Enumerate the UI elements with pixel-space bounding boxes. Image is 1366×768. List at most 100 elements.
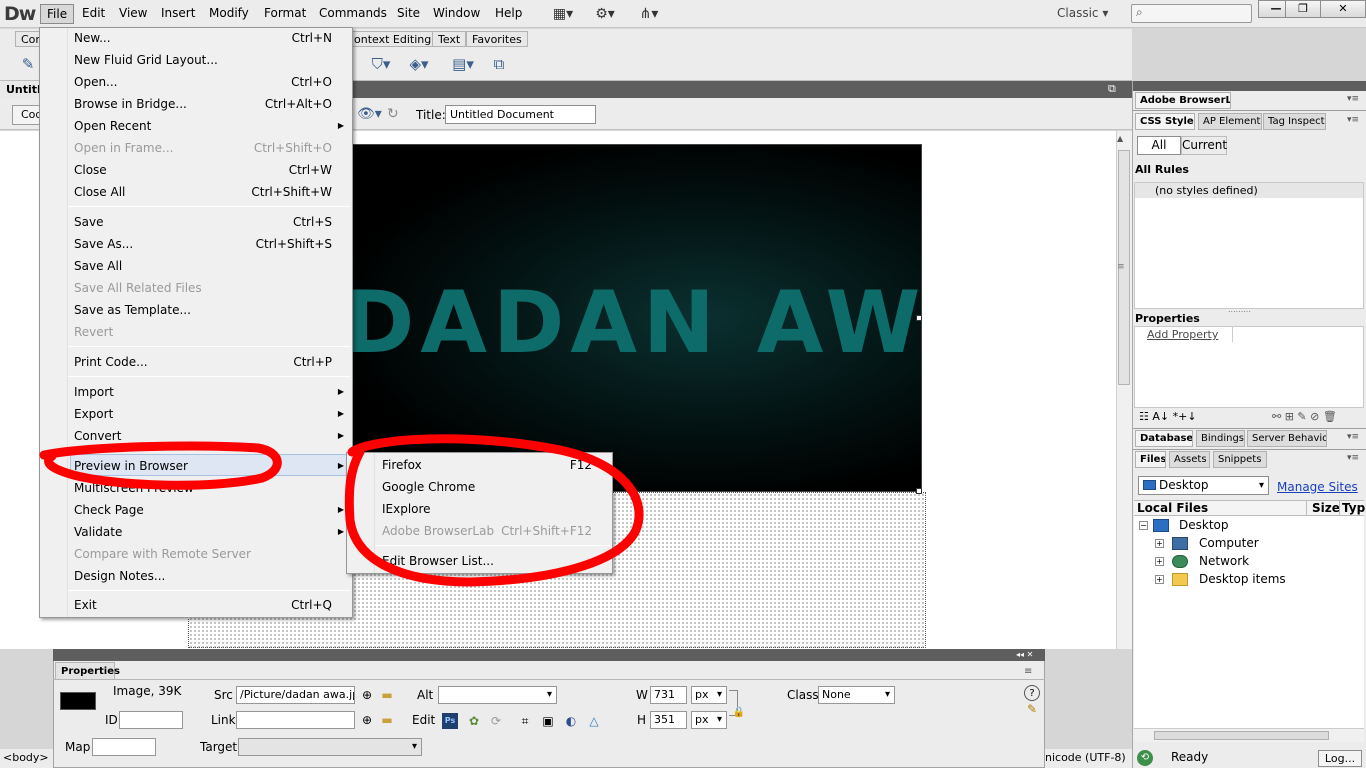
menu-format[interactable]: Format	[258, 4, 312, 24]
resize-handle-right[interactable]	[916, 315, 922, 321]
menu-preview-in-browser[interactable]: Preview in Browser	[74, 456, 188, 476]
resample-icon[interactable]: ▣	[540, 713, 556, 729]
tree-item-desktop[interactable]: Desktop	[1179, 516, 1229, 534]
help-icon[interactable]: ?	[1024, 685, 1040, 701]
point-to-file-icon[interactable]: ⊕	[359, 687, 375, 703]
menu-exit[interactable]: Exit	[74, 595, 97, 615]
tag-chooser-icon[interactable]: ⧉	[488, 54, 510, 74]
src-field[interactable]: /Picture/dadan awa.jpg	[236, 686, 355, 704]
refresh-icon[interactable]: ↻	[387, 106, 399, 122]
menu-new[interactable]: New...	[74, 28, 111, 48]
expand-icon[interactable]: +	[1155, 557, 1164, 566]
type-header[interactable]: Typ	[1342, 501, 1365, 515]
photoshop-icon[interactable]: Ps	[442, 713, 458, 729]
menu-close-all[interactable]: Close All	[74, 182, 125, 202]
files-location-select[interactable]: Desktop ▾	[1138, 476, 1269, 495]
link-field[interactable]	[236, 711, 355, 729]
menu-print-code[interactable]: Print Code...	[74, 352, 148, 372]
insert-tab-context-editing[interactable]: ontext Editing	[348, 31, 438, 47]
menu-edit[interactable]: Edit	[76, 4, 111, 24]
browser-google-chrome[interactable]: Google Chrome	[382, 477, 475, 497]
height-field[interactable]: 351	[650, 711, 687, 729]
widget-icon[interactable]: ⛉▾	[370, 54, 392, 74]
files-hscrollbar[interactable]	[1134, 728, 1364, 742]
search-input[interactable]: ⌕	[1131, 4, 1252, 23]
tab-files[interactable]: Files	[1135, 451, 1166, 468]
media-icon[interactable]: ◈▾	[408, 54, 430, 74]
point-to-file-icon[interactable]: ⊕	[359, 712, 375, 728]
tab-bindings[interactable]: Bindings	[1196, 430, 1245, 447]
panel-options-icon[interactable]: ▾≡	[1347, 94, 1359, 104]
title-input[interactable]: Untitled Document	[445, 105, 596, 124]
template-icon[interactable]: ▤▾	[452, 54, 474, 74]
menu-design-notes[interactable]: Design Notes...	[74, 566, 165, 586]
lock-icon[interactable]: 🔒	[731, 705, 747, 721]
document-tab[interactable]: Untitle	[0, 81, 48, 98]
quick-tag-editor-icon[interactable]: ✎	[1024, 701, 1040, 717]
tab-tag-inspector[interactable]: Tag Inspecto	[1263, 113, 1326, 130]
menu-open[interactable]: Open...	[74, 72, 118, 92]
menu-save-as[interactable]: Save As...	[74, 234, 133, 254]
gear-icon[interactable]: ⚙▾	[592, 5, 618, 23]
sharpen-icon[interactable]: △	[586, 713, 602, 729]
panel-options-icon[interactable]: ▾≡	[1347, 115, 1359, 125]
menu-open-recent[interactable]: Open Recent	[74, 116, 151, 136]
menu-multiscreen-preview[interactable]: Multiscreen Preview	[74, 478, 194, 498]
panel-options-icon[interactable]: ▾≡	[1347, 432, 1359, 442]
insert-tab-text[interactable]: Text	[432, 31, 467, 47]
class-select[interactable]: None	[818, 686, 895, 704]
no-styles-row[interactable]: (no styles defined)	[1135, 183, 1363, 198]
tab-assets[interactable]: Assets	[1169, 451, 1210, 468]
panel-collapse-icon[interactable]: ◂◂ ✕	[1016, 650, 1033, 659]
scroll-up-icon[interactable]: ▲	[1117, 134, 1123, 143]
folder-icon[interactable]: ▬	[379, 712, 395, 728]
tab-browserlab[interactable]: Adobe BrowserLab	[1135, 92, 1231, 109]
css-all-button[interactable]: All	[1137, 136, 1181, 155]
menu-import[interactable]: Import	[74, 382, 114, 402]
add-property-link[interactable]: Add Property	[1147, 328, 1218, 341]
insert-tab-favorites[interactable]: Favorites	[466, 31, 528, 47]
menu-site[interactable]: Site	[391, 4, 426, 24]
category-view-icon[interactable]: ☷ A↓ *+↓	[1139, 410, 1197, 423]
menu-browse-bridge[interactable]: Browse in Bridge...	[74, 94, 187, 114]
menu-validate[interactable]: Validate	[74, 522, 122, 542]
id-field[interactable]	[119, 711, 183, 729]
restore-button[interactable]: ❐	[1285, 0, 1321, 18]
size-header[interactable]: Size	[1312, 501, 1340, 515]
tab-ap-elements[interactable]: AP Elements	[1198, 113, 1262, 130]
tree-item-computer[interactable]: Computer	[1199, 534, 1259, 552]
collapse-icon[interactable]: −	[1139, 521, 1148, 530]
alt-field[interactable]	[438, 686, 557, 704]
resize-handle-corner[interactable]	[916, 488, 922, 494]
map-field[interactable]	[92, 738, 156, 756]
tree-item-network[interactable]: Network	[1199, 552, 1249, 570]
menu-close[interactable]: Close	[74, 160, 107, 180]
folder-icon[interactable]: ▬	[379, 687, 395, 703]
brightness-contrast-icon[interactable]: ◐	[563, 713, 579, 729]
selected-image[interactable]: DADAN AWA	[352, 144, 922, 492]
local-files-header[interactable]: Local Files	[1137, 501, 1208, 515]
css-current-button[interactable]: Current	[1181, 136, 1227, 155]
browser-firefox[interactable]: Firefox	[382, 455, 422, 475]
live-view-icon[interactable]: 👁▾	[357, 106, 382, 122]
panel-options-icon[interactable]: ≡	[1024, 666, 1032, 677]
hyperlink-icon[interactable]: ✎	[17, 54, 39, 74]
tag-selector[interactable]: <body> <	[0, 749, 53, 768]
menu-convert[interactable]: Convert	[74, 426, 121, 446]
menu-file[interactable]: File	[40, 4, 75, 24]
menu-window[interactable]: Window	[427, 4, 486, 24]
menu-help[interactable]: Help	[489, 4, 528, 24]
tab-css-styles[interactable]: CSS Styles	[1135, 113, 1195, 130]
crop-icon[interactable]: ⌗	[517, 713, 533, 729]
browser-iexplore[interactable]: IExplore	[382, 499, 431, 519]
target-select[interactable]	[238, 738, 422, 756]
connect-icon[interactable]: ⟲	[1137, 750, 1153, 766]
menu-export[interactable]: Export	[74, 404, 113, 424]
tab-databases[interactable]: Databases	[1135, 430, 1193, 447]
expand-icon[interactable]: +	[1155, 575, 1164, 584]
menu-save-as-template[interactable]: Save as Template...	[74, 300, 191, 320]
menu-view[interactable]: View	[113, 4, 153, 24]
menu-save[interactable]: Save	[74, 212, 103, 232]
tab-snippets[interactable]: Snippets	[1213, 451, 1267, 468]
edit-browser-list[interactable]: Edit Browser List...	[382, 551, 494, 571]
